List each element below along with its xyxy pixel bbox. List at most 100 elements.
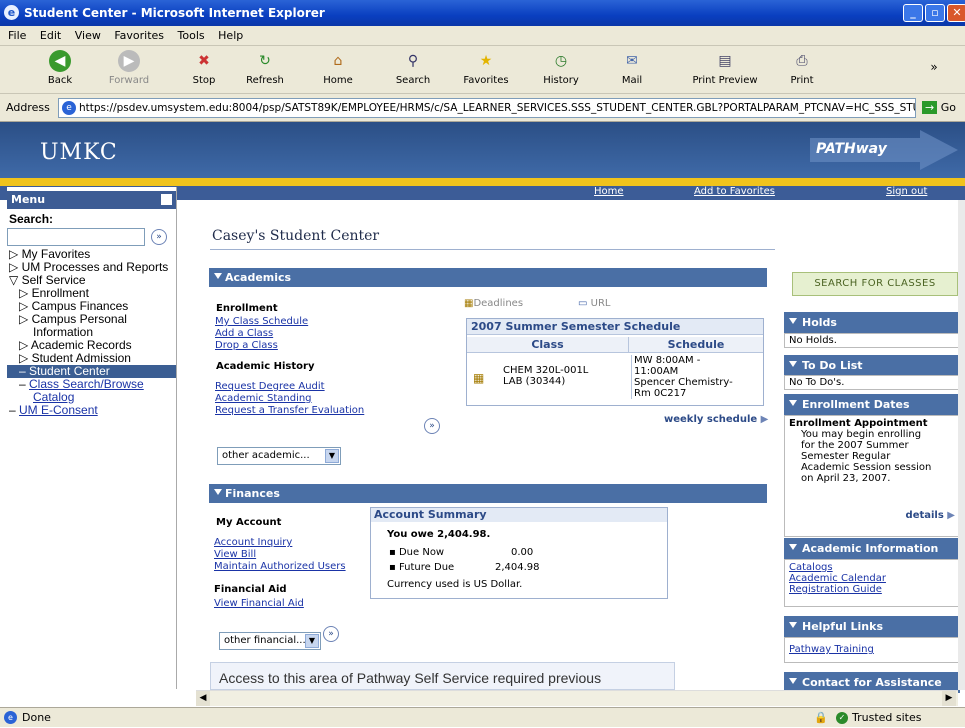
window-title-bar: e Student Center - Microsoft Internet Ex… [0, 0, 965, 26]
registration-guide-link[interactable]: Registration Guide [789, 584, 955, 595]
enrollment-appointment-text: You may begin enrolling for the 2007 Summ… [801, 429, 932, 484]
url-link[interactable]: ▭ URL [578, 298, 610, 309]
mail-icon: ✉ [626, 53, 638, 69]
printer-icon: ⎙ [796, 53, 808, 69]
transfer-evaluation-link[interactable]: Request a Transfer Evaluation [215, 405, 364, 416]
menu-favorites[interactable]: Favorites [114, 29, 164, 42]
search-icon: ⚲ [407, 53, 419, 69]
horizontal-scrollbar[interactable]: ◀ ▶ [196, 690, 958, 706]
menu-tools[interactable]: Tools [178, 29, 205, 42]
home-button[interactable]: ⌂ Home [318, 50, 358, 86]
maximize-button[interactable]: ▫ [925, 4, 945, 22]
address-input[interactable]: e https://psdev.umsystem.edu:8004/psp/SA… [58, 98, 916, 118]
todo-header[interactable]: To Do List [784, 355, 960, 376]
menu-bar: File Edit View Favorites Tools Help [0, 26, 965, 46]
scroll-right-icon[interactable]: ▶ [942, 691, 956, 706]
my-account-title: My Account [216, 517, 282, 528]
schedule-time-cell: MW 8:00AM -11:00AM Spencer Chemistry- Rm 0… [631, 355, 733, 399]
close-button[interactable]: ✕ [947, 4, 965, 22]
drop-class-link[interactable]: Drop a Class [215, 340, 278, 351]
favorites-button[interactable]: ★ Favorites [456, 50, 516, 86]
helpful-links-header[interactable]: Helpful Links [784, 616, 960, 637]
enrollment-details-link[interactable]: details ▶ [906, 510, 955, 521]
finances-header[interactable]: Finances [209, 484, 767, 503]
menu-search-label: Search: [9, 212, 54, 226]
view-bill-link[interactable]: View Bill [214, 549, 256, 560]
future-due-value: 2,404.98 [495, 562, 540, 573]
umkc-logo: UMKC [40, 140, 118, 165]
degree-audit-link[interactable]: Request Degree Audit [215, 381, 325, 392]
history-icon: ◷ [554, 53, 568, 69]
refresh-icon: ↻ [259, 53, 271, 69]
due-now-value: 0.00 [511, 547, 534, 558]
site-banner: UMKC PATHway [0, 122, 965, 178]
scroll-left-icon[interactable]: ◀ [196, 691, 210, 706]
zone-text: Trusted sites [852, 711, 922, 724]
minimize-button[interactable]: _ [903, 4, 923, 22]
academic-calendar-link[interactable]: Academic Calendar [789, 573, 955, 584]
authorized-users-link[interactable]: Maintain Authorized Users [214, 561, 346, 572]
academics-header[interactable]: Academics [209, 268, 767, 287]
print-preview-button[interactable]: ▤ Print Preview [690, 50, 760, 86]
notice-text: Access to this area of Pathway Self Serv… [210, 662, 675, 690]
menu-help[interactable]: Help [218, 29, 243, 42]
helpful-links-body: Pathway Training [784, 637, 960, 663]
enrollment-dates-body: Enrollment Appointment You may begin enr… [784, 415, 960, 537]
toolbar-overflow-icon[interactable]: » [914, 60, 954, 74]
academic-standing-link[interactable]: Academic Standing [215, 393, 312, 404]
menu-item-um-econsent[interactable]: – UM E-Consent [7, 404, 176, 417]
history-button[interactable]: ◷ History [536, 50, 586, 86]
mail-button[interactable]: ✉ Mail [612, 50, 652, 86]
stop-icon: ✖ [198, 53, 210, 69]
currency-note: Currency used is US Dollar. [387, 579, 523, 590]
go-button[interactable]: → Go [922, 99, 956, 117]
other-financial-select[interactable]: other financial... ▼ [219, 632, 321, 650]
vertical-scrollbar[interactable] [958, 200, 965, 690]
my-class-schedule-link[interactable]: My Class Schedule [215, 316, 308, 327]
account-summary-title: Account Summary [371, 508, 667, 522]
page-title: Casey's Student Center [212, 228, 380, 244]
print-button[interactable]: ⎙ Print [782, 50, 822, 86]
weekly-schedule-link[interactable]: weekly schedule ▶ [664, 414, 768, 425]
other-academic-select[interactable]: other academic... ▼ [217, 447, 341, 465]
forward-button[interactable]: ▶ Forward [104, 50, 154, 86]
search-button[interactable]: ⚲ Search [390, 50, 436, 86]
status-bar: e Done 🔒 ✓ Trusted sites [0, 707, 965, 727]
todo-body: No To Do's. [784, 375, 960, 390]
holds-header[interactable]: Holds [784, 312, 960, 333]
menu-search-go-icon[interactable]: » [151, 229, 167, 245]
stop-button[interactable]: ✖ Stop [184, 50, 224, 86]
catalogs-link[interactable]: Catalogs [789, 562, 955, 573]
schedule-class-cell: CHEM 320L-001L LAB (30344) [503, 365, 589, 387]
class-detail-icon[interactable]: ▦ [473, 371, 484, 385]
add-class-link[interactable]: Add a Class [215, 328, 273, 339]
refresh-button[interactable]: ↻ Refresh [240, 50, 290, 86]
nav-add-favorites-link[interactable]: Add to Favorites [694, 186, 775, 197]
forward-arrow-icon: ▶ [118, 50, 140, 72]
print-preview-icon: ▤ [718, 53, 732, 69]
menu-file[interactable]: File [8, 29, 26, 42]
finances-go-icon[interactable]: » [323, 626, 339, 642]
schedule-col-schedule: Schedule [629, 337, 763, 353]
deadlines-link[interactable]: ▦Deadlines [464, 298, 523, 309]
nav-sign-out-link[interactable]: Sign out [886, 186, 927, 197]
collapse-icon[interactable] [161, 194, 172, 205]
search-for-classes-button[interactable]: SEARCH FOR CLASSES [792, 272, 958, 296]
nav-home-link[interactable]: Home [594, 186, 624, 197]
pathway-training-link[interactable]: Pathway Training [789, 644, 955, 655]
due-now-label: ▪ Due Now [389, 547, 445, 558]
menu-view[interactable]: View [75, 29, 101, 42]
url-icon: ▭ [578, 298, 588, 309]
academics-go-icon[interactable]: » [424, 418, 440, 434]
banner-accent-bar [0, 178, 965, 186]
future-due-label: ▪ Future Due [389, 562, 455, 573]
view-financial-aid-link[interactable]: View Financial Aid [214, 598, 304, 609]
academic-information-header[interactable]: Academic Information [784, 538, 960, 559]
account-inquiry-link[interactable]: Account Inquiry [214, 537, 292, 548]
menu-header: Menu [7, 191, 176, 209]
menu-search-input[interactable] [7, 228, 145, 246]
enrollment-dates-header[interactable]: Enrollment Dates [784, 394, 960, 415]
back-button[interactable]: ◀ Back [40, 50, 80, 86]
menu-edit[interactable]: Edit [40, 29, 61, 42]
academic-information-body: Catalogs Academic Calendar Registration … [784, 559, 960, 607]
